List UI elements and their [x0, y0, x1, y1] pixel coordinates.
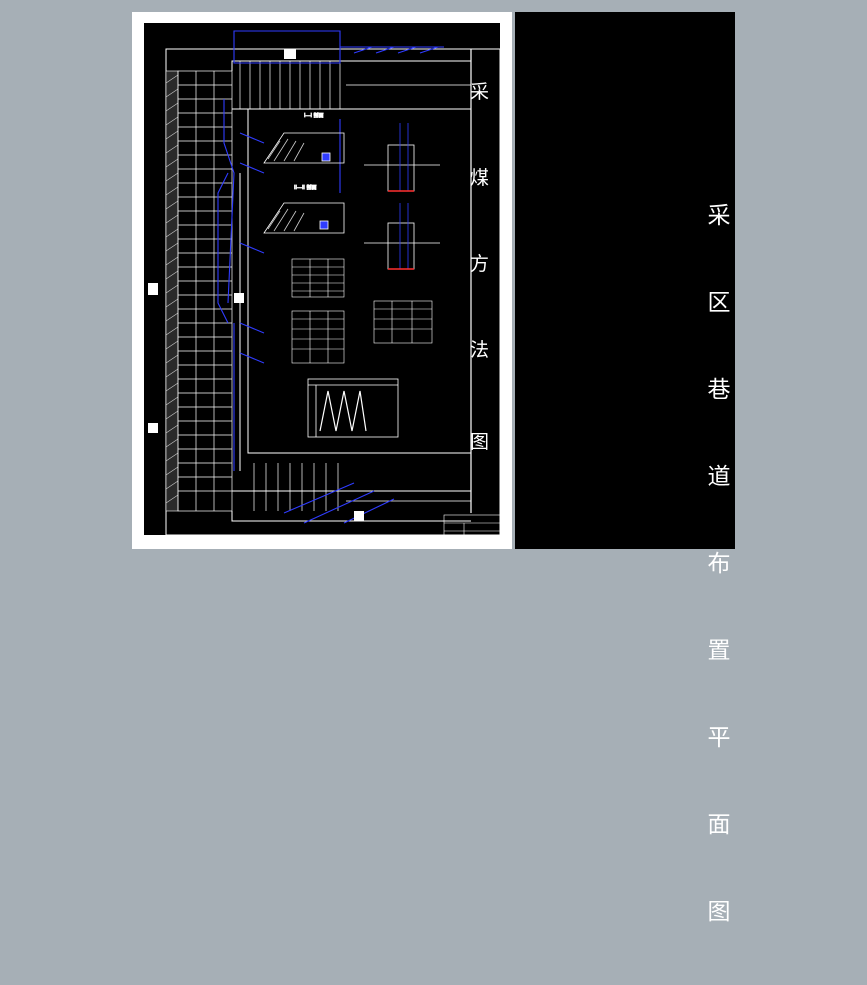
side-markers [148, 49, 364, 521]
annotation-leaders [217, 30, 444, 524]
side-title-char-3: 方 [470, 253, 490, 275]
cad-viewer-viewport[interactable]: I—I 剖面 II—II 剖面 采 煤 方 法 图 采 区 巷 道 布 置 平 … [0, 0, 867, 925]
roadway-section-2: II—II 剖面 [263, 184, 345, 234]
table-1 [291, 258, 345, 298]
plan-title: 采 区 巷 道 布 置 平 面 图 [699, 144, 739, 985]
plan-title-char: 巷 [707, 377, 731, 403]
table-2 [291, 310, 345, 364]
plan-title-char: 道 [707, 464, 731, 490]
title-panel: 采 区 巷 道 布 置 平 面 图 [515, 12, 735, 925]
drawing-area[interactable]: I—I 剖面 II—II 剖面 采 煤 方 法 图 [144, 23, 500, 535]
roadways [231, 60, 471, 522]
plan-title-char: 图 [707, 899, 731, 925]
support-detail-2 [364, 203, 440, 270]
drawing-sheet: I—I 剖面 II—II 剖面 采 煤 方 法 图 [132, 12, 512, 549]
drawing-frame [165, 48, 500, 535]
bottom-roadway-supports [253, 463, 471, 511]
plan-title-char: 置 [707, 638, 731, 664]
side-title-char-4: 法 [470, 339, 490, 361]
plan-title-char: 采 [707, 203, 731, 229]
mining-plan-drawing: I—I 剖面 II—II 剖面 [148, 30, 500, 535]
plan-title-char: 面 [707, 812, 731, 838]
coal-seam-column [165, 70, 179, 512]
svg-text:I—I 剖面: I—I 剖面 [304, 112, 324, 119]
side-title-char-5: 图 [470, 431, 490, 453]
plan-title-char: 平 [707, 725, 731, 751]
roadway-section-1: I—I 剖面 [263, 112, 345, 164]
support-detail-1 [364, 123, 440, 192]
table-3 [373, 300, 433, 344]
plan-title-char: 区 [707, 290, 731, 316]
side-title-char-1: 采 [470, 81, 490, 103]
cycle-operation-chart [307, 378, 399, 438]
top-roadway-supports [239, 61, 471, 109]
svg-text:II—II 剖面: II—II 剖面 [294, 184, 317, 191]
plan-title-char: 布 [707, 551, 731, 577]
side-title-char-2: 煤 [470, 167, 490, 189]
title-block [443, 514, 500, 535]
